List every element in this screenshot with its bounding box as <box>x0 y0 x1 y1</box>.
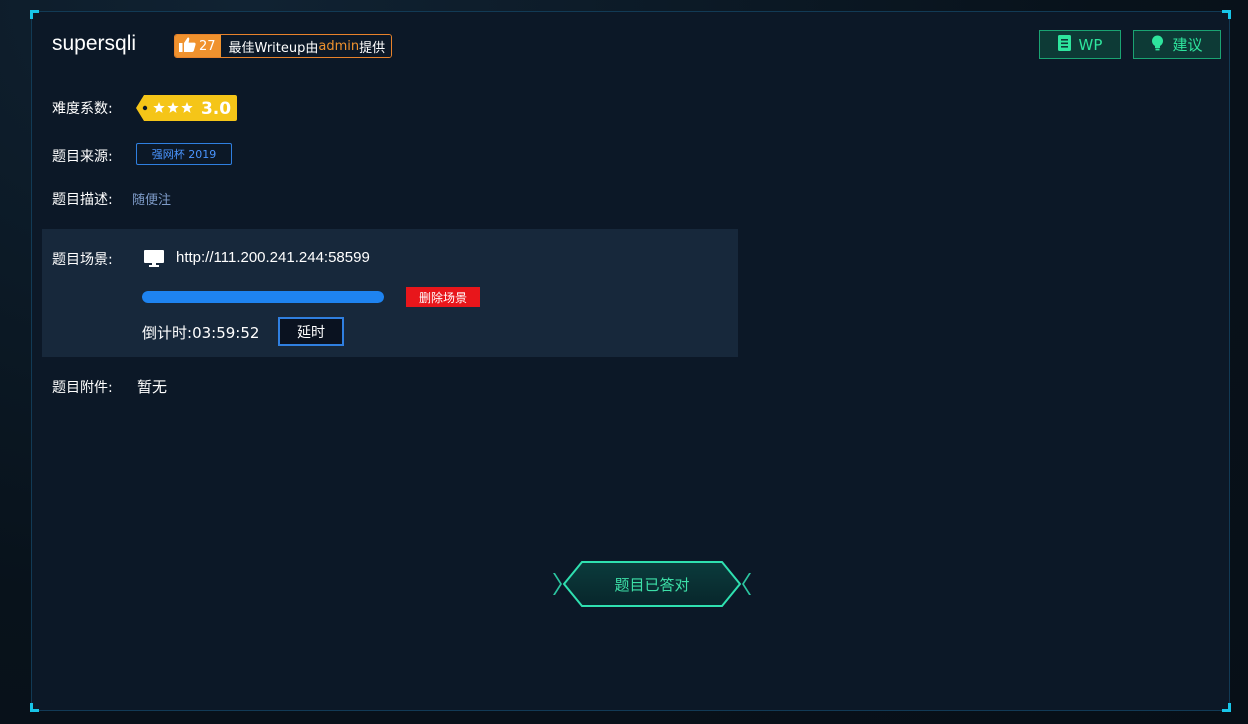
solved-button-label: 题目已答对 <box>614 575 690 594</box>
writeup-prefix: 最佳Writeup由 <box>228 40 319 56</box>
countdown: 倒计时:03:59:52 <box>142 322 259 343</box>
description-text: 随便注 <box>132 193 172 208</box>
wp-button[interactable]: WP <box>1039 30 1121 59</box>
scene-label: 题目场景: <box>52 252 113 268</box>
countdown-label: 倒计时: <box>142 324 193 342</box>
like-count-section[interactable]: 27 <box>175 35 221 57</box>
delay-button[interactable]: 延时 <box>278 317 344 346</box>
scene-section: 题目场景: http://111.200.241.244:58599 删除场景 … <box>42 229 738 357</box>
difficulty-rating-tag: 3.0 <box>136 95 237 121</box>
source-tag[interactable]: 强网杯 2019 <box>136 143 232 165</box>
delete-scene-button[interactable]: 删除场景 <box>406 287 480 307</box>
corner-decoration <box>1222 703 1231 712</box>
wp-button-label: WP <box>1078 35 1103 54</box>
solved-button[interactable]: 题目已答对 <box>552 559 752 609</box>
countdown-value: 03:59:52 <box>192 324 260 342</box>
lightbulb-icon <box>1151 35 1164 55</box>
thumbs-up-icon <box>179 37 196 56</box>
source-label: 题目来源: <box>52 149 113 165</box>
corner-decoration <box>30 703 39 712</box>
corner-decoration <box>1222 10 1231 19</box>
corner-decoration <box>30 10 39 19</box>
writeup-like-badge[interactable]: 27 最佳Writeup由 admin 提供 <box>174 34 393 58</box>
like-count: 27 <box>199 38 216 54</box>
challenge-panel: supersqli 27 最佳Writeup由 admin 提供 WP 建议 难… <box>30 10 1231 712</box>
writeup-author[interactable]: admin <box>318 39 359 54</box>
suggest-button[interactable]: 建议 <box>1133 30 1221 59</box>
best-writeup-text[interactable]: 最佳Writeup由 admin 提供 <box>220 35 392 57</box>
attachment-label: 题目附件: <box>52 380 113 396</box>
writeup-suffix: 提供 <box>359 40 386 56</box>
difficulty-value: 3.0 <box>201 99 231 119</box>
suggest-button-label: 建议 <box>1172 36 1203 54</box>
scene-progress-fill <box>142 291 384 303</box>
monitor-icon <box>144 250 164 271</box>
description-label: 题目描述: <box>52 192 113 208</box>
attachment-value: 暂无 <box>137 378 168 396</box>
scene-progress-bar <box>142 291 384 303</box>
difficulty-label: 难度系数: <box>52 101 113 117</box>
document-icon <box>1057 34 1071 55</box>
challenge-title: supersqli <box>52 32 137 55</box>
scene-url-link[interactable]: http://111.200.241.244:58599 <box>176 249 370 266</box>
